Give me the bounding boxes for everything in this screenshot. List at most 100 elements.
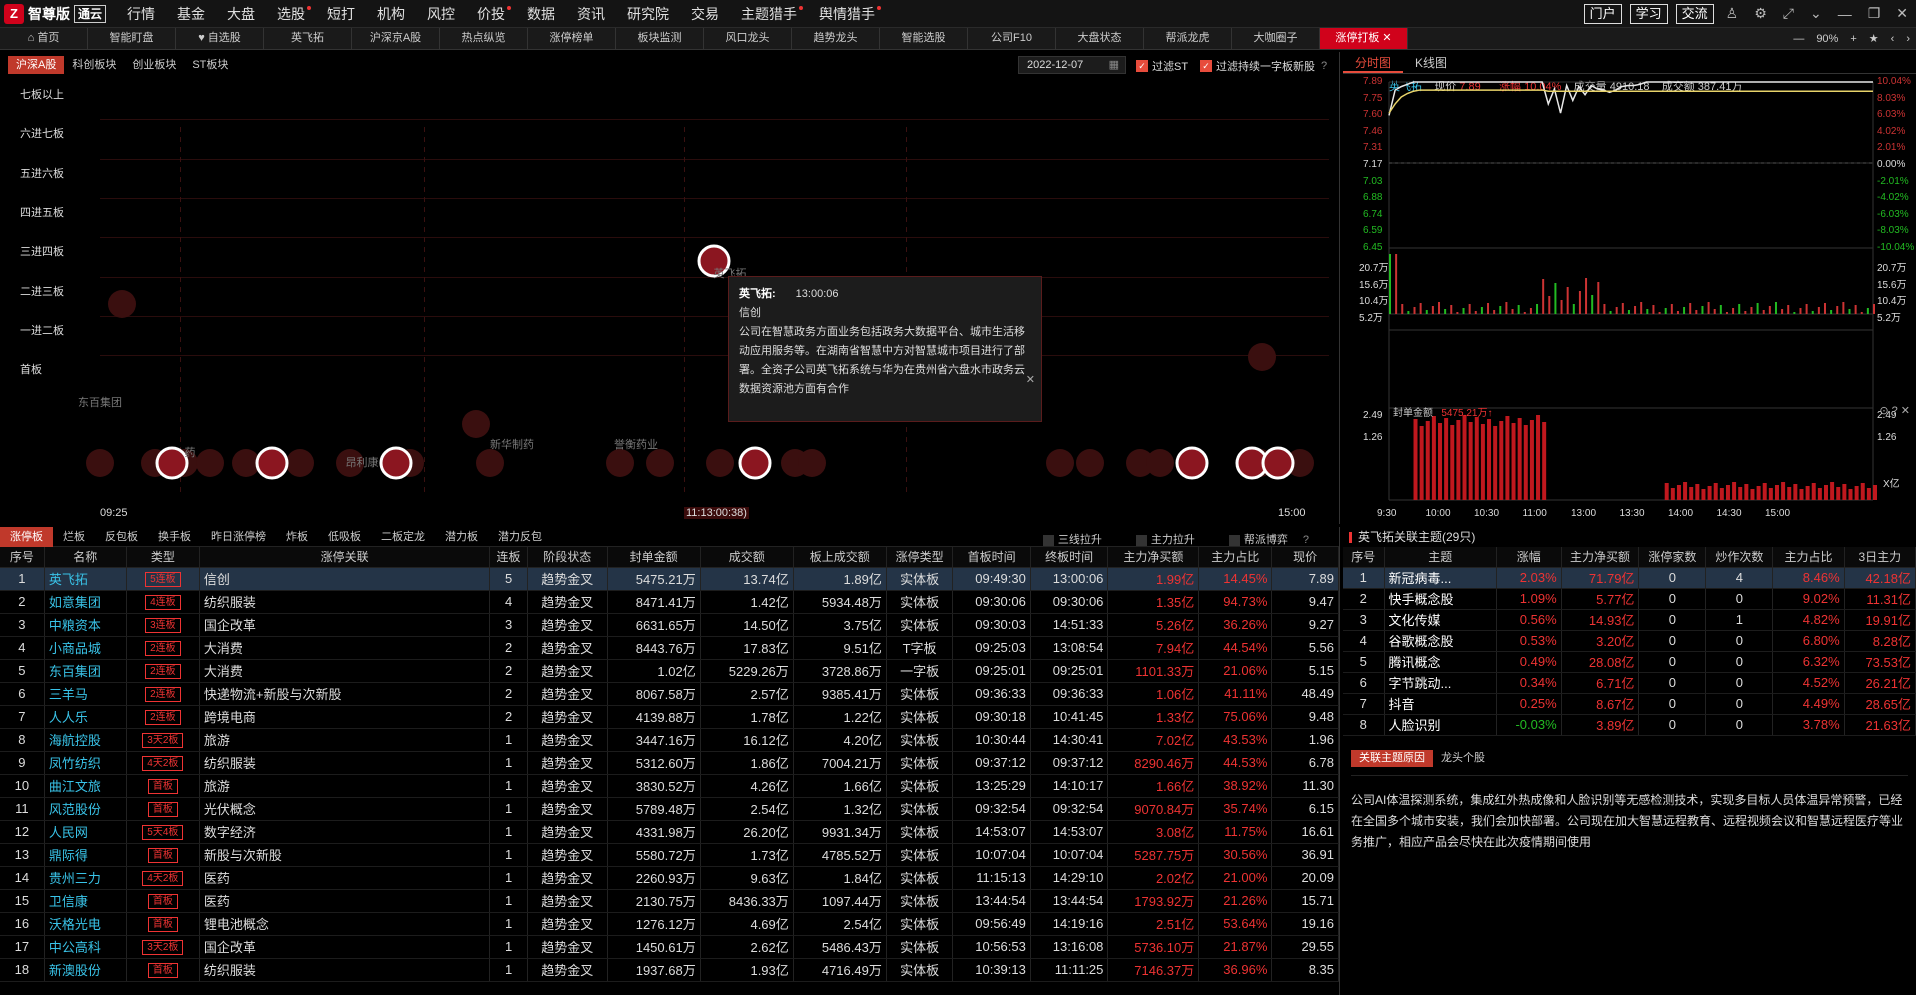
tab-12[interactable]: 大盘状态 [1056, 28, 1144, 49]
bubble-stock[interactable] [155, 446, 189, 480]
theme-column-header[interactable]: 序号 [1343, 547, 1385, 568]
menu-item-1[interactable]: 基金 [166, 0, 216, 28]
bubble-faint[interactable] [1146, 449, 1174, 477]
tab-1[interactable]: 智能盯盘 [88, 28, 176, 49]
menu-item-3[interactable]: 选股 [266, 0, 316, 28]
table-row[interactable]: 16 沃格光电 首板 锂电池概念 1 趋势金叉 1276.12万 4.69亿 2.54亿 实体板 0… [0, 912, 1339, 936]
theme-row[interactable]: 7 抖音 0.25% 8.67亿 0 0 4.49% 28.65亿 [1343, 693, 1916, 715]
theme-row[interactable]: 5 腾讯概念 0.49% 28.08亿 0 0 6.32% 73.53亿 [1343, 651, 1916, 673]
column-header[interactable]: 主力净买额 [1107, 547, 1200, 568]
theme-column-header[interactable]: 主力占比 [1772, 547, 1845, 568]
column-header[interactable]: 现价 [1271, 547, 1339, 568]
tab-9[interactable]: 趋势龙头 [792, 28, 880, 49]
star-icon[interactable]: ★ [1869, 32, 1879, 45]
bubble-faint[interactable] [462, 410, 490, 438]
theme-row[interactable]: 1 新冠病毒... 2.03% 71.79亿 0 4 8.46% 42.18亿 [1343, 567, 1916, 589]
table-row[interactable]: 6 三羊马 2连板 快递物流+新股与次新股 2 趋势金叉 8067.58万 2.57亿 9385… [0, 682, 1339, 706]
check-gang-game[interactable]: 帮派博弈? [1219, 530, 1329, 550]
tab-leading-stocks[interactable]: 龙头个股 [1433, 750, 1493, 767]
close-icon[interactable]: ✕ [1379, 32, 1391, 44]
column-header[interactable]: 主力占比 [1198, 547, 1273, 568]
table-row[interactable]: 12 人民网 5天4板 数字经济 1 趋势金叉 4331.98万 26.20亿 9931.34万… [0, 820, 1339, 844]
list-tab-6[interactable]: 低吸板 [318, 527, 371, 547]
tab-3[interactable]: 英飞拓 [264, 28, 352, 49]
column-header[interactable]: 板上成交额 [793, 547, 887, 568]
bubble-faint[interactable] [86, 449, 114, 477]
table-row[interactable]: 11 风范股份 首板 光伏概念 1 趋势金叉 5789.48万 2.54亿 1.32亿 实体板 09… [0, 797, 1339, 821]
column-header[interactable]: 阶段状态 [527, 547, 608, 568]
table-row[interactable]: 2 如意集团 4连板 纺织服装 4 趋势金叉 8471.41万 1.42亿 5934.48万 实体… [0, 590, 1339, 614]
bubble-stock[interactable] [379, 446, 413, 480]
table-row[interactable]: 4 小商品城 2连板 大消费 2 趋势金叉 8443.76万 17.83亿 9.51亿 T字板 09… [0, 636, 1339, 660]
list-tab-2[interactable]: 反包板 [95, 527, 148, 547]
table-row[interactable]: 3 中粮资本 3连板 国企改革 3 趋势金叉 6631.65万 14.50亿 3.75亿 实体板 0… [0, 613, 1339, 637]
bubble-faint[interactable] [1248, 343, 1276, 371]
tab-14[interactable]: 大咖圈子 [1232, 28, 1320, 49]
table-row[interactable]: 7 人人乐 2连板 跨境电商 2 趋势金叉 4139.88万 1.78亿 1.22亿 实体板 09:… [0, 705, 1339, 729]
menu-item-10[interactable]: 研究院 [616, 0, 680, 28]
menu-item-11[interactable]: 交易 [680, 0, 730, 28]
expand-icon[interactable]: ⤢ [1783, 5, 1794, 22]
table-row[interactable]: 13 鼎际得 首板 新股与次新股 1 趋势金叉 5580.72万 1.73亿 4785.52万 实… [0, 843, 1339, 867]
table-row[interactable]: 8 海航控股 3天2板 旅游 1 趋势金叉 3447.16万 16.12亿 4.20亿 实体板 10… [0, 728, 1339, 752]
theme-row[interactable]: 3 文化传媒 0.56% 14.93亿 0 1 4.82% 19.91亿 [1343, 609, 1916, 631]
theme-column-header[interactable]: 主题 [1384, 547, 1497, 568]
bubble-faint[interactable] [706, 449, 734, 477]
column-header[interactable]: 终板时间 [1030, 547, 1109, 568]
table-row[interactable]: 10 曲江文旅 首板 旅游 1 趋势金叉 3830.52万 4.26亿 1.66亿 实体板 13:2… [0, 774, 1339, 798]
tab-5[interactable]: 热点纵览 [440, 28, 528, 49]
check-three-line[interactable]: 三线拉升 [1033, 530, 1112, 550]
portal-button[interactable]: 门户 [1583, 3, 1622, 24]
exchange-button[interactable]: 交流 [1675, 3, 1714, 24]
learn-button[interactable]: 学习 [1629, 3, 1668, 24]
bubble-faint[interactable] [196, 449, 224, 477]
list-tab-7[interactable]: 二板定龙 [371, 527, 435, 547]
bubble-stock[interactable] [738, 446, 772, 480]
tab-0[interactable]: ⌂ 首页 [0, 28, 88, 49]
theme-column-header[interactable]: 炒作次数 [1705, 547, 1774, 568]
menu-item-7[interactable]: 价投 [466, 0, 516, 28]
bubble-faint[interactable] [286, 449, 314, 477]
tab-6[interactable]: 涨停榜单 [528, 28, 616, 49]
bubble-faint[interactable] [606, 449, 634, 477]
theme-row[interactable]: 4 谷歌概念股 0.53% 3.20亿 0 0 6.80% 8.28亿 [1343, 630, 1916, 652]
column-header[interactable]: 涨停类型 [886, 547, 954, 568]
theme-column-header[interactable]: 3日主力 [1844, 547, 1916, 568]
list-tab-3[interactable]: 换手板 [148, 527, 201, 547]
bubble-faint[interactable] [1046, 449, 1074, 477]
settings-icon[interactable]: ⊙ [1879, 405, 1888, 417]
bubble-faint[interactable] [108, 290, 136, 318]
column-header[interactable]: 涨停关联 [199, 547, 491, 568]
chevron-left-icon[interactable]: ‹ [1891, 33, 1895, 45]
help-icon[interactable]: ? [1892, 405, 1898, 417]
menu-item-4[interactable]: 短打 [316, 0, 366, 28]
theme-column-header[interactable]: 主力净买额 [1561, 547, 1640, 568]
list-tab-0[interactable]: 涨停板 [0, 526, 53, 547]
close-icon[interactable]: ✕ [1901, 405, 1910, 417]
minimize-icon[interactable]: — [1838, 6, 1852, 22]
column-header[interactable]: 封单金额 [607, 547, 701, 568]
column-header[interactable]: 成交额 [700, 547, 794, 568]
user-icon[interactable]: ♙ [1726, 5, 1739, 22]
tab-4[interactable]: 沪深京A股 [352, 28, 440, 49]
theme-row[interactable]: 6 字节跳动... 0.34% 6.71亿 0 0 4.52% 26.21亿 [1343, 672, 1916, 694]
theme-row[interactable]: 8 人脸识别 -0.03% 3.89亿 0 0 3.78% 21.63亿 [1343, 714, 1916, 736]
chevron-right-icon[interactable]: › [1906, 33, 1910, 45]
restore-icon[interactable]: ❐ [1868, 5, 1881, 22]
tab-2[interactable]: ♥ 自选股 [176, 28, 264, 49]
menu-item-2[interactable]: 大盘 [216, 0, 266, 28]
tab-15[interactable]: 涨停打板 ✕ [1320, 28, 1408, 49]
zoom-out-icon[interactable]: — [1793, 33, 1804, 45]
column-header[interactable]: 序号 [0, 547, 45, 568]
tab-13[interactable]: 帮派龙虎 [1144, 28, 1232, 49]
table-row[interactable]: 14 贵州三力 4天2板 医药 1 趋势金叉 2260.93万 9.63亿 1.84亿 实体板 11… [0, 866, 1339, 890]
tab-10[interactable]: 智能选股 [880, 28, 968, 49]
menu-item-13[interactable]: 舆情猎手 [808, 0, 886, 28]
table-row[interactable]: 17 中公高科 3天2板 国企改革 1 趋势金叉 1450.61万 2.62亿 5486.43万… [0, 935, 1339, 959]
column-header[interactable]: 首板时间 [952, 547, 1031, 568]
menu-item-6[interactable]: 风控 [416, 0, 466, 28]
column-header[interactable]: 名称 [44, 547, 127, 568]
bubble-faint[interactable] [1076, 449, 1104, 477]
theme-column-header[interactable]: 涨停家数 [1638, 547, 1707, 568]
menu-item-9[interactable]: 资讯 [566, 0, 616, 28]
